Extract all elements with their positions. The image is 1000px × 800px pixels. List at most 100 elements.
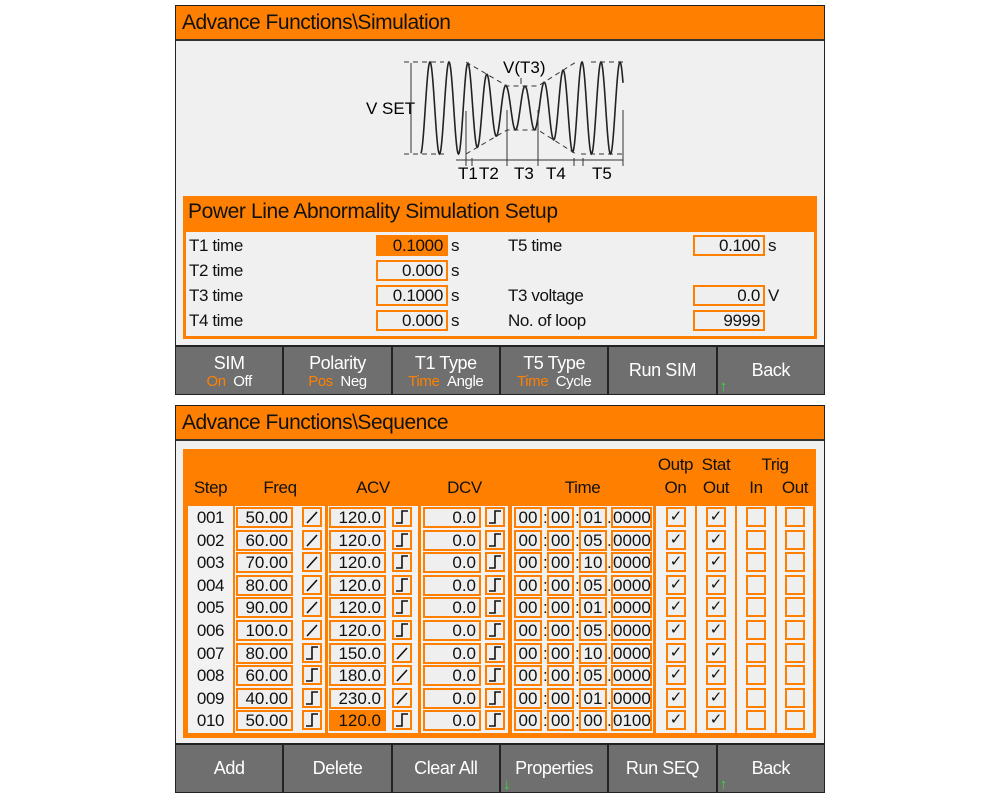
trig-in-checkbox[interactable] xyxy=(746,574,766,595)
time-minutes-input[interactable]: 00 xyxy=(547,687,574,709)
time-minutes-input[interactable]: 00 xyxy=(547,642,574,664)
freq-input[interactable]: 80.00 xyxy=(236,574,293,596)
time-seconds-input[interactable]: 05 xyxy=(579,574,607,596)
ramp-icon[interactable] xyxy=(302,507,322,527)
freq-input[interactable]: 70.00 xyxy=(236,552,293,574)
trig-out-checkbox[interactable] xyxy=(785,529,805,550)
time-seconds-input[interactable]: 05 xyxy=(579,620,607,641)
sim-toggle-button[interactable]: SIM On Off xyxy=(176,347,283,394)
time-fraction-input[interactable]: 0000 xyxy=(611,620,652,641)
t1-type-button[interactable]: T1 Type Time Angle xyxy=(392,347,499,394)
time-seconds-input[interactable]: 01 xyxy=(579,507,607,528)
stat-out-checkbox[interactable]: ✓ xyxy=(706,642,726,663)
step-icon[interactable] xyxy=(485,552,505,573)
ramp-icon[interactable] xyxy=(302,597,322,618)
time-fraction-input[interactable]: 0000 xyxy=(611,665,652,687)
dcv-input[interactable]: 0.0 xyxy=(423,687,481,709)
time-hours-input[interactable]: 00 xyxy=(514,642,542,664)
trig-in-checkbox[interactable] xyxy=(746,642,766,663)
outp-on-checkbox[interactable]: ✓ xyxy=(666,552,686,573)
time-hours-input[interactable]: 00 xyxy=(514,710,542,732)
trig-in-checkbox[interactable] xyxy=(746,552,766,573)
outp-on-checkbox[interactable]: ✓ xyxy=(666,642,686,663)
time-fraction-input[interactable]: 0000 xyxy=(611,687,652,709)
acv-input[interactable]: 180.0 xyxy=(329,665,386,687)
freq-input[interactable]: 50.00 xyxy=(236,507,293,528)
time-hours-input[interactable]: 00 xyxy=(514,597,542,619)
seq-back-button[interactable]: Back ↑ xyxy=(717,745,824,792)
time-hours-input[interactable]: 00 xyxy=(514,665,542,687)
time-fraction-input[interactable]: 0000 xyxy=(611,507,652,528)
stat-out-checkbox[interactable]: ✓ xyxy=(706,620,726,640)
trig-out-checkbox[interactable] xyxy=(785,597,805,618)
acv-input[interactable]: 120.0 xyxy=(329,620,386,641)
step-icon[interactable] xyxy=(392,507,412,527)
freq-input[interactable]: 60.00 xyxy=(236,665,293,687)
acv-input[interactable]: 120.0 xyxy=(329,507,386,528)
freq-input[interactable]: 80.00 xyxy=(236,642,293,664)
time-seconds-input[interactable]: 00 xyxy=(579,710,607,732)
time-hours-input[interactable]: 00 xyxy=(514,574,542,596)
t5-type-button[interactable]: T5 Type Time Cycle xyxy=(500,347,608,394)
stat-out-checkbox[interactable]: ✓ xyxy=(706,597,726,618)
stat-out-checkbox[interactable]: ✓ xyxy=(706,710,726,731)
stat-out-checkbox[interactable]: ✓ xyxy=(706,507,726,527)
step-icon[interactable] xyxy=(302,687,322,708)
time-fraction-input[interactable]: 0000 xyxy=(611,642,652,664)
stat-out-checkbox[interactable]: ✓ xyxy=(706,574,726,595)
time-minutes-input[interactable]: 00 xyxy=(547,552,574,574)
time-seconds-input[interactable]: 10 xyxy=(579,552,607,574)
trig-out-checkbox[interactable] xyxy=(785,642,805,663)
time-minutes-input[interactable]: 00 xyxy=(547,574,574,596)
loop-count-input[interactable]: 9999 xyxy=(693,310,765,331)
acv-input[interactable]: 230.0 xyxy=(329,687,386,709)
time-fraction-input[interactable]: 0000 xyxy=(611,529,652,551)
run-seq-button[interactable]: Run SEQ xyxy=(609,745,716,792)
outp-on-checkbox[interactable]: ✓ xyxy=(666,529,686,550)
time-seconds-input[interactable]: 01 xyxy=(579,687,607,709)
add-button[interactable]: Add xyxy=(176,745,283,792)
trig-out-checkbox[interactable] xyxy=(785,552,805,573)
time-fraction-input[interactable]: 0000 xyxy=(611,552,652,574)
trig-in-checkbox[interactable] xyxy=(746,687,766,708)
step-icon[interactable] xyxy=(485,597,505,618)
trig-out-checkbox[interactable] xyxy=(785,620,805,640)
t4-time-input[interactable]: 0.000 xyxy=(376,310,448,331)
freq-input[interactable]: 50.00 xyxy=(236,710,293,732)
stat-out-checkbox[interactable]: ✓ xyxy=(706,665,726,686)
outp-on-checkbox[interactable]: ✓ xyxy=(666,507,686,527)
acv-input[interactable]: 120.0 xyxy=(329,710,386,732)
step-icon[interactable] xyxy=(485,620,505,640)
trig-in-checkbox[interactable] xyxy=(746,710,766,731)
t3-voltage-input[interactable]: 0.0 xyxy=(693,285,765,306)
trig-in-checkbox[interactable] xyxy=(746,507,766,527)
time-hours-input[interactable]: 00 xyxy=(514,620,542,641)
acv-input[interactable]: 120.0 xyxy=(329,529,386,551)
time-hours-input[interactable]: 00 xyxy=(514,507,542,528)
step-icon[interactable] xyxy=(485,574,505,595)
step-icon[interactable] xyxy=(485,507,505,527)
dcv-input[interactable]: 0.0 xyxy=(423,574,481,596)
trig-in-checkbox[interactable] xyxy=(746,529,766,550)
ramp-icon[interactable] xyxy=(302,620,322,640)
dcv-input[interactable]: 0.0 xyxy=(423,620,481,641)
ramp-icon[interactable] xyxy=(392,687,412,708)
stat-out-checkbox[interactable]: ✓ xyxy=(706,687,726,708)
trig-out-checkbox[interactable] xyxy=(785,507,805,527)
dcv-input[interactable]: 0.0 xyxy=(423,642,481,664)
time-hours-input[interactable]: 00 xyxy=(514,552,542,574)
acv-input[interactable]: 120.0 xyxy=(329,552,386,574)
trig-out-checkbox[interactable] xyxy=(785,710,805,731)
run-sim-button[interactable]: Run SIM xyxy=(609,347,716,394)
ramp-icon[interactable] xyxy=(302,552,322,573)
outp-on-checkbox[interactable]: ✓ xyxy=(666,665,686,686)
t2-time-input[interactable]: 0.000 xyxy=(376,260,448,281)
time-seconds-input[interactable]: 01 xyxy=(579,597,607,619)
time-hours-input[interactable]: 00 xyxy=(514,687,542,709)
trig-in-checkbox[interactable] xyxy=(746,620,766,640)
time-fraction-input[interactable]: 0000 xyxy=(611,597,652,619)
time-minutes-input[interactable]: 00 xyxy=(547,507,574,528)
ramp-icon[interactable] xyxy=(302,529,322,550)
freq-input[interactable]: 60.00 xyxy=(236,529,293,551)
time-seconds-input[interactable]: 10 xyxy=(579,642,607,664)
